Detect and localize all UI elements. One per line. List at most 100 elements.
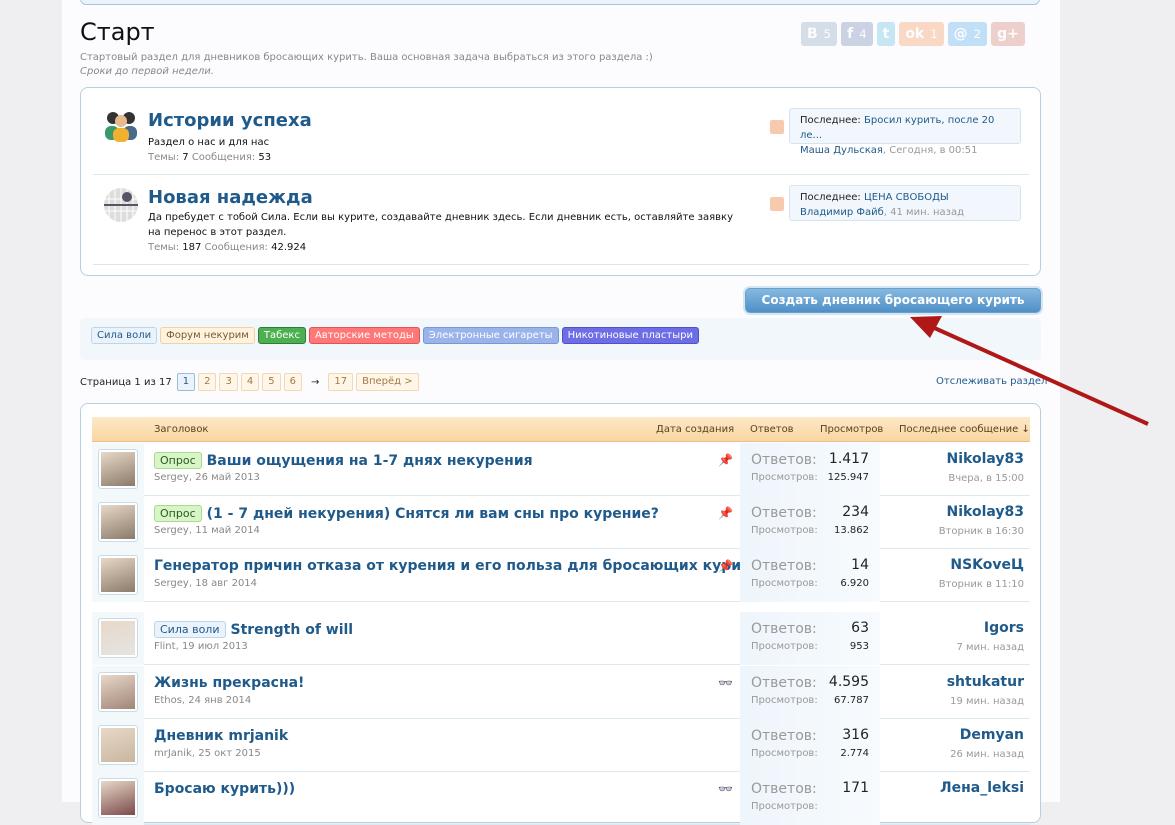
- thread-prefix[interactable]: Опрос: [154, 452, 202, 469]
- thread-title[interactable]: Ваши ощущения на 1-7 днях некурения: [207, 453, 533, 469]
- prefix-filter[interactable]: Табекс: [257, 327, 306, 344]
- thread-row[interactable]: Опрос Ваши ощущения на 1-7 днях некурения…: [92, 443, 1030, 496]
- thread-row[interactable]: Опрос (1 - 7 дней некурения) Снятся ли ва…: [92, 496, 1030, 549]
- thread-title[interactable]: Дневник mrjanik: [154, 728, 288, 744]
- avatar[interactable]: [98, 502, 138, 542]
- thread-stats: Ответов: 1.417 Просмотров: 125.947: [740, 443, 880, 496]
- thread-row[interactable]: Бросаю курить))) 👓 Ответов: 171 Просмотров…: [92, 772, 1030, 825]
- globe-icon: [103, 187, 139, 223]
- thread-prefix[interactable]: Сила воли: [154, 621, 226, 638]
- thread-row[interactable]: Сила воли Strength of will Flint, 19 июл …: [92, 612, 1030, 665]
- page-link[interactable]: 2: [198, 373, 217, 391]
- page-label: Страница 1 из 17: [80, 376, 172, 388]
- page-link[interactable]: 6: [283, 373, 302, 391]
- thread-prefix[interactable]: Опрос: [154, 505, 202, 522]
- thread-stats: Ответов: 234 Просмотров: 13.862: [740, 496, 880, 549]
- googleplus-icon[interactable]: g+: [991, 22, 1025, 46]
- page-last[interactable]: 17: [328, 373, 354, 391]
- last-post-date[interactable]: Вторник в 11:10: [939, 579, 1024, 590]
- last-post-user[interactable]: NSKoveЦ: [950, 557, 1024, 573]
- thread-author[interactable]: Flint: [154, 641, 176, 652]
- rss-icon[interactable]: [770, 120, 784, 134]
- subforum-title[interactable]: Истории успеха: [148, 110, 312, 131]
- thread-meta: Sergey, 11 май 2014: [154, 525, 260, 536]
- last-post-date[interactable]: 26 мин. назад: [950, 749, 1024, 760]
- thread-title[interactable]: Бросаю курить))): [154, 781, 295, 797]
- last-post-user[interactable]: Demyan: [960, 727, 1024, 743]
- thread-meta: Ethos, 24 янв 2014: [154, 695, 252, 706]
- avatar[interactable]: [98, 449, 138, 489]
- prefix-filter[interactable]: Никотиновые пластыри: [561, 327, 699, 344]
- thread-author[interactable]: Sergey: [154, 472, 189, 483]
- page-link[interactable]: 5: [262, 373, 281, 391]
- thread-row[interactable]: Генератор причин отказа от курения и его…: [92, 549, 1030, 602]
- twitter-icon[interactable]: t: [876, 22, 896, 46]
- col-title[interactable]: Заголовок: [154, 424, 208, 435]
- subforum-desc: Да пребудет с тобой Сила. Если вы курите…: [148, 212, 733, 238]
- people-icon: [103, 106, 139, 142]
- last-post-user[interactable]: Владимир Файб: [800, 207, 884, 218]
- thread-stats: Ответов: 316 Просмотров: 2.774: [740, 719, 880, 772]
- last-post-date[interactable]: 19 мин. назад: [950, 696, 1024, 707]
- watched-glasses-icon: 👓: [718, 676, 733, 690]
- create-diary-button[interactable]: Создать дневник бросающего курить: [745, 288, 1041, 313]
- avatar[interactable]: [98, 555, 138, 595]
- page-link[interactable]: 1: [176, 373, 196, 391]
- top-panel: [80, 0, 1040, 5]
- sticky-pin-icon: 📌: [718, 453, 733, 467]
- thread-date: 26 май 2013: [195, 472, 260, 483]
- rss-icon[interactable]: [770, 197, 784, 211]
- avatar[interactable]: [98, 778, 138, 818]
- thread-title[interactable]: Strength of will: [231, 622, 354, 638]
- last-post-title[interactable]: ЦЕНА СВОБОДЫ: [864, 192, 949, 203]
- page-link[interactable]: 4: [240, 373, 260, 391]
- avatar[interactable]: [98, 672, 138, 712]
- col-replies[interactable]: Ответов: [750, 424, 794, 435]
- thread-row[interactable]: Дневник mrjanik mrJanik, 25 окт 2015 Отв…: [92, 719, 1030, 772]
- watch-forum-link[interactable]: Отслеживать раздел: [936, 376, 1047, 387]
- mailru-icon[interactable]: @2: [947, 22, 988, 46]
- pager-arrow: →: [310, 376, 320, 388]
- prefix-filter[interactable]: Авторские методы: [308, 327, 420, 344]
- subforum-title[interactable]: Новая надежда: [148, 187, 313, 208]
- subforum-item[interactable]: Новая надежда Да пребудет с тобой Сила. …: [93, 175, 1029, 265]
- subforum-item[interactable]: Истории успеха Раздел о нас и для нас Те…: [93, 96, 1029, 175]
- facebook-icon[interactable]: f4: [841, 22, 873, 46]
- thread-author[interactable]: Ethos: [154, 695, 182, 706]
- prefix-filters: Сила воли Форум некурим Табекс Авторские ме…: [91, 327, 699, 344]
- col-views[interactable]: Просмотров: [820, 424, 883, 435]
- odnoklassniki-icon[interactable]: ok 1: [899, 22, 944, 46]
- last-post-date[interactable]: Вторник в 16:30: [939, 526, 1024, 537]
- page-link[interactable]: 3: [219, 373, 238, 391]
- last-post-date[interactable]: Вчера, в 15:00: [948, 473, 1024, 484]
- thread-author[interactable]: Sergey: [154, 578, 189, 589]
- last-post-user[interactable]: Nikolay83: [947, 451, 1025, 467]
- last-post-user[interactable]: Маша Дульская: [800, 145, 883, 156]
- col-last-post[interactable]: Последнее сообщение ↓: [899, 424, 1030, 435]
- next-page-button[interactable]: Вперёд >: [356, 373, 419, 391]
- prefix-filter[interactable]: Форум некурим: [160, 327, 255, 344]
- last-post-user[interactable]: Nikolay83: [947, 504, 1025, 520]
- thread-title[interactable]: (1 - 7 дней некурения) Снятся ли вам сны…: [207, 506, 659, 522]
- thread-title[interactable]: Генератор причин отказа от курения и его…: [154, 558, 758, 574]
- avatar[interactable]: [98, 618, 138, 658]
- share-buttons: В 5 f 4 t ok 1 @2 g+: [801, 22, 1025, 46]
- view-count: 13.862: [834, 525, 869, 536]
- thread-author[interactable]: Sergey: [154, 525, 189, 536]
- description-note: Сроки до первой недели.: [80, 66, 214, 77]
- last-post-user[interactable]: Лена_leksi: [940, 780, 1024, 796]
- vk-icon[interactable]: В5: [801, 22, 838, 46]
- reply-count: 63: [851, 620, 869, 636]
- avatar[interactable]: [98, 725, 138, 765]
- col-created[interactable]: Дата создания: [656, 424, 734, 435]
- thread-author[interactable]: mrJanik: [154, 748, 192, 759]
- last-post-date[interactable]: 7 мин. назад: [956, 642, 1024, 653]
- subforum-list: Истории успеха Раздел о нас и для нас Те…: [80, 87, 1041, 276]
- last-post-user[interactable]: Igors: [984, 620, 1024, 636]
- thread-title[interactable]: Жизнь прекрасна!: [154, 675, 304, 691]
- prefix-filter[interactable]: Сила воли: [91, 327, 158, 344]
- view-count: 6.920: [840, 578, 869, 589]
- prefix-filter[interactable]: Электронные сигареты: [422, 327, 559, 344]
- last-post-user[interactable]: shtukatur: [947, 674, 1024, 690]
- thread-row[interactable]: Жизнь прекрасна! Ethos, 24 янв 2014 👓 От…: [92, 666, 1030, 719]
